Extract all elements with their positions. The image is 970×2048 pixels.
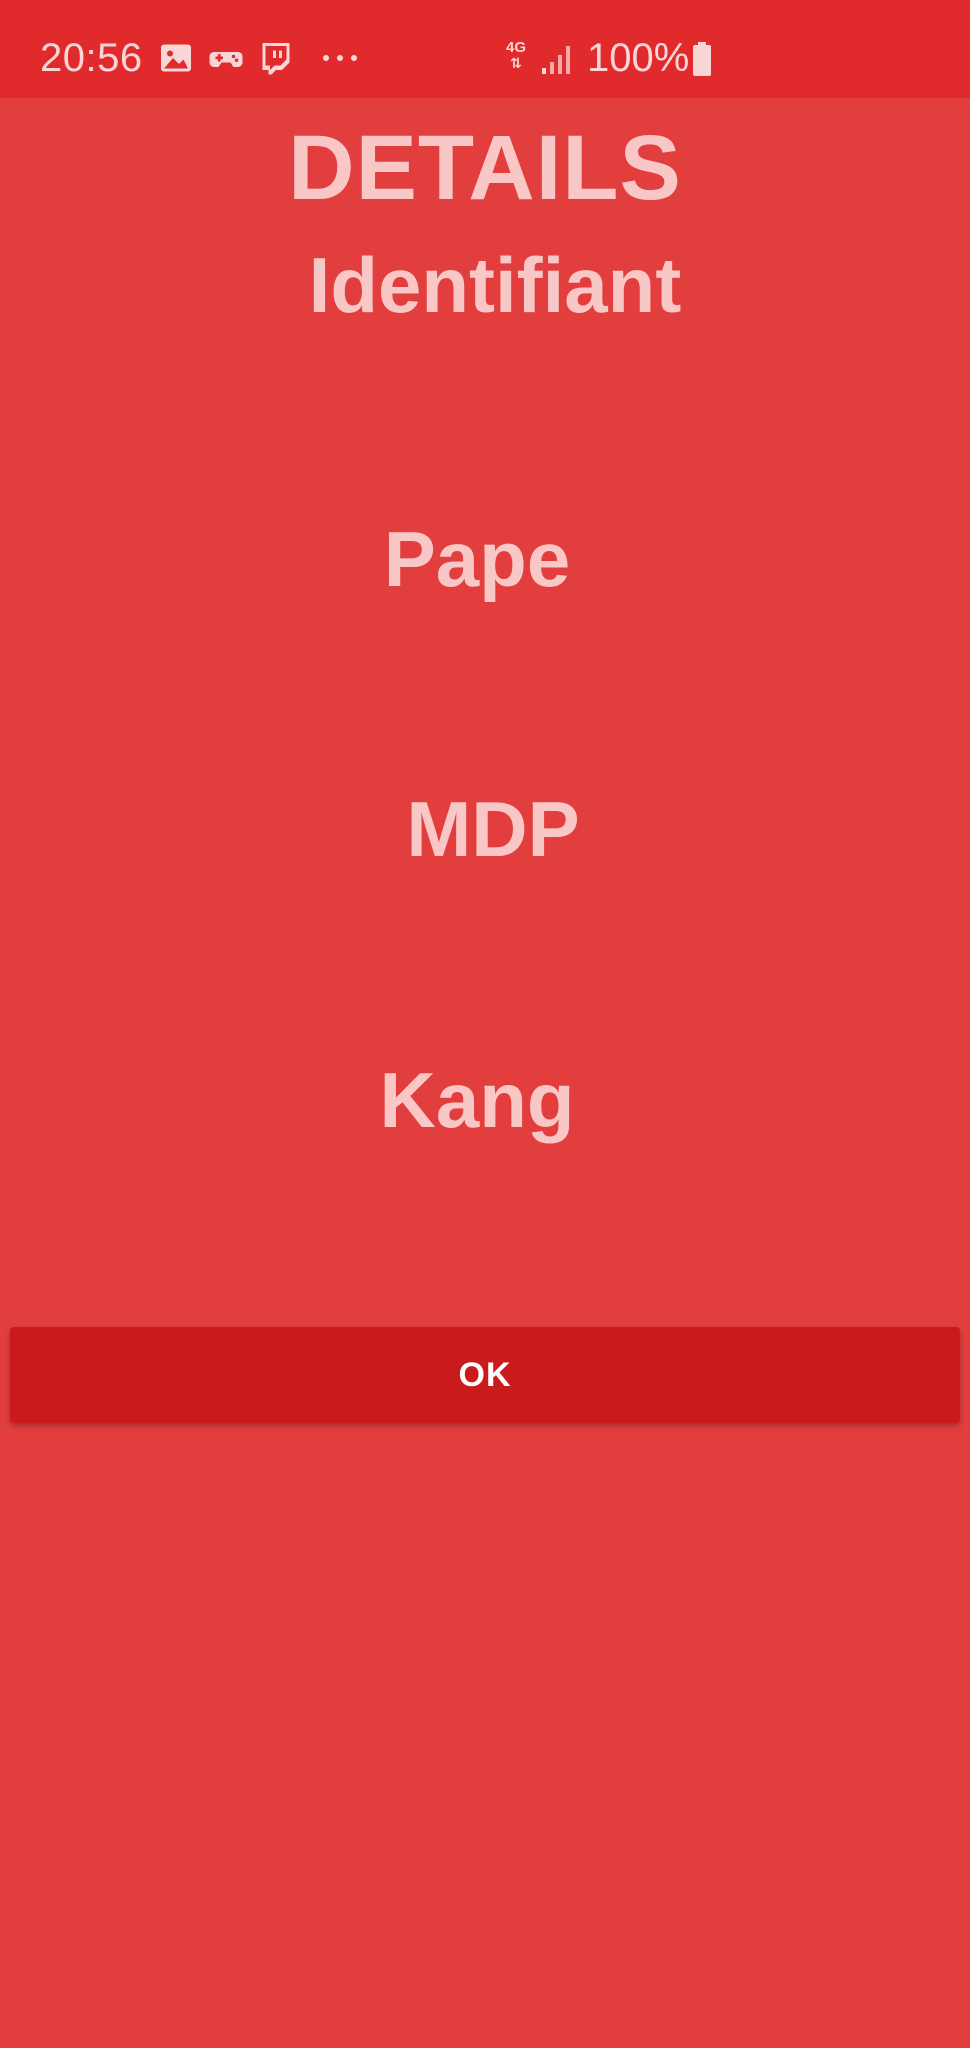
game-controller-icon xyxy=(208,40,244,76)
signal-icon xyxy=(540,42,574,76)
network-4g-icon: 4G ⇅ xyxy=(505,39,526,71)
twitch-icon xyxy=(258,40,294,76)
ok-button[interactable]: OK xyxy=(10,1327,960,1423)
identifiant-label: Identifiant xyxy=(308,241,682,329)
more-dots-icon xyxy=(320,40,360,76)
network-label: 4G xyxy=(505,39,526,56)
detail-value-surname: Kang xyxy=(379,1056,575,1144)
battery-percentage: 100% xyxy=(587,36,690,80)
detail-value-password: MDP xyxy=(406,785,580,873)
status-bar: 20:56 4G ⇅ 100% xyxy=(0,0,970,98)
status-time: 20:56 xyxy=(40,36,143,80)
battery-icon xyxy=(692,42,712,76)
gallery-icon xyxy=(158,40,194,76)
page-title: DETAILS xyxy=(288,117,682,219)
detail-value-name: Pape xyxy=(383,515,571,603)
